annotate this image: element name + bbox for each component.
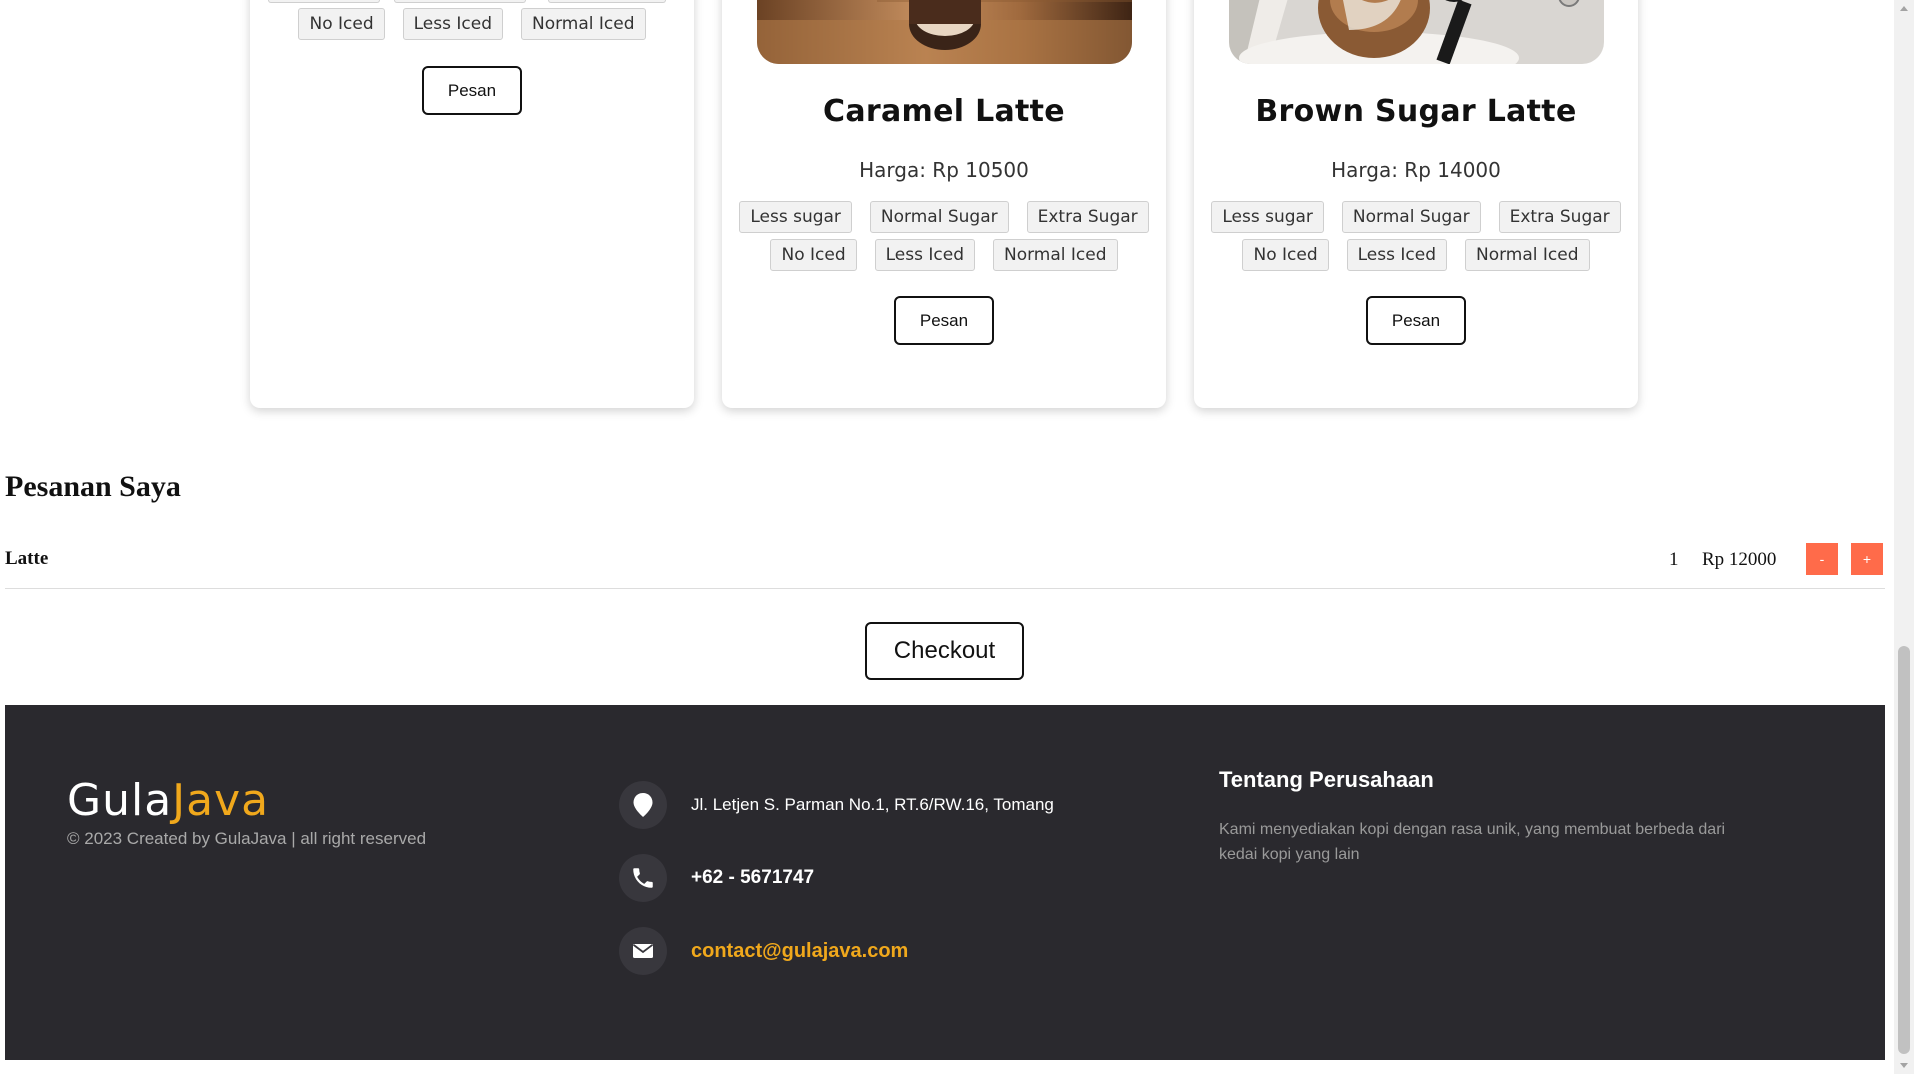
ice-option-normal[interactable]: Normal Iced bbox=[992, 239, 1118, 271]
ice-option-no[interactable]: No Iced bbox=[770, 239, 857, 271]
product-price: Harga: Rp 10500 bbox=[859, 158, 1029, 182]
pesan-button[interactable]: Pesan bbox=[1366, 296, 1466, 345]
pesan-button[interactable]: Pesan bbox=[894, 296, 994, 345]
order-item-name: Latte bbox=[5, 548, 49, 569]
phone-icon bbox=[619, 854, 667, 902]
checkout-button[interactable]: Checkout bbox=[865, 622, 1024, 680]
order-item-price: Rp 12000 bbox=[1702, 549, 1777, 570]
sugar-option-partial[interactable] bbox=[394, 0, 526, 3]
scroll-down-arrow-icon[interactable] bbox=[1894, 1058, 1914, 1074]
ice-option-less[interactable]: Less Iced bbox=[874, 239, 975, 271]
contact-phone: +62 - 5671747 bbox=[619, 854, 814, 902]
email-link[interactable]: contact@gulajava.com bbox=[691, 940, 908, 963]
sugar-options: Less sugar Normal Sugar Extra Sugar bbox=[722, 201, 1166, 233]
address-text: Jl. Letjen S. Parman No.1, RT.6/RW.16, T… bbox=[691, 795, 1054, 814]
phone-text: +62 - 5671747 bbox=[691, 867, 815, 888]
scrollbar-thumb[interactable] bbox=[1898, 646, 1910, 1054]
ice-option-no[interactable]: No Iced bbox=[298, 8, 385, 40]
sugar-option-normal[interactable]: Normal Sugar bbox=[1341, 201, 1481, 233]
scroll-up-arrow-icon[interactable] bbox=[1894, 0, 1914, 16]
product-price: Harga: Rp 14000 bbox=[1331, 158, 1501, 182]
product-image bbox=[1229, 0, 1604, 64]
order-item-qty: 1 bbox=[1669, 549, 1679, 570]
page: No Iced Less Iced Normal Iced Pesan Cara… bbox=[0, 0, 1894, 1074]
about-text: Kami menyediakan kopi dengan rasa unik, … bbox=[1219, 821, 1726, 863]
footer: GulaJava © 2023 Created by GulaJava | al… bbox=[5, 705, 1885, 1060]
logo-part-2: Java bbox=[172, 775, 270, 826]
product-image bbox=[757, 0, 1132, 64]
ice-options: No Iced Less Iced Normal Iced bbox=[722, 239, 1166, 271]
product-name: Caramel Latte bbox=[823, 94, 1065, 129]
orders-title: Pesanan Saya bbox=[5, 470, 181, 503]
ice-option-normal[interactable]: Normal Iced bbox=[520, 8, 646, 40]
sugar-option-partial[interactable] bbox=[268, 0, 380, 3]
product-card-3: Brown Sugar Latte Harga: Rp 14000 Less s… bbox=[1194, 0, 1638, 408]
increase-qty-button[interactable]: + bbox=[1851, 543, 1883, 575]
ice-options: No Iced Less Iced Normal Iced bbox=[250, 8, 694, 40]
pesan-button[interactable]: Pesan bbox=[422, 66, 522, 115]
contact-address: Jl. Letjen S. Parman No.1, RT.6/RW.16, T… bbox=[619, 781, 1054, 829]
ice-option-no[interactable]: No Iced bbox=[1242, 239, 1329, 271]
ice-option-normal[interactable]: Normal Iced bbox=[1464, 239, 1590, 271]
copyright-text: © 2023 Created by GulaJava | all right r… bbox=[67, 829, 427, 848]
decrease-qty-button[interactable]: - bbox=[1806, 543, 1838, 575]
about-title: Tentang Perusahaan bbox=[1219, 767, 1434, 792]
sugar-options: Less sugar Normal Sugar Extra Sugar bbox=[1194, 201, 1638, 233]
sugar-option-less[interactable]: Less sugar bbox=[1211, 201, 1324, 233]
contact-email: contact@gulajava.com bbox=[619, 927, 908, 975]
logo-part-1: Gula bbox=[67, 775, 173, 826]
product-name: Brown Sugar Latte bbox=[1255, 94, 1577, 129]
sugar-option-less[interactable]: Less sugar bbox=[739, 201, 852, 233]
map-pin-icon bbox=[619, 781, 667, 829]
sugar-option-extra[interactable]: Extra Sugar bbox=[1498, 201, 1621, 233]
sugar-option-normal[interactable]: Normal Sugar bbox=[869, 201, 1009, 233]
ice-option-less[interactable]: Less Iced bbox=[402, 8, 503, 40]
footer-logo[interactable]: GulaJava bbox=[67, 775, 269, 826]
sugar-option-partial[interactable] bbox=[548, 0, 666, 3]
order-row: Latte 1 Rp 12000 - + bbox=[5, 540, 1885, 589]
ice-options: No Iced Less Iced Normal Iced bbox=[1194, 239, 1638, 271]
ice-option-less[interactable]: Less Iced bbox=[1346, 239, 1447, 271]
product-card-2: Caramel Latte Harga: Rp 10500 Less sugar… bbox=[722, 0, 1166, 408]
sugar-option-extra[interactable]: Extra Sugar bbox=[1026, 201, 1149, 233]
vertical-scrollbar[interactable] bbox=[1894, 0, 1914, 1074]
envelope-icon bbox=[619, 927, 667, 975]
product-card-1: No Iced Less Iced Normal Iced Pesan bbox=[250, 0, 694, 408]
